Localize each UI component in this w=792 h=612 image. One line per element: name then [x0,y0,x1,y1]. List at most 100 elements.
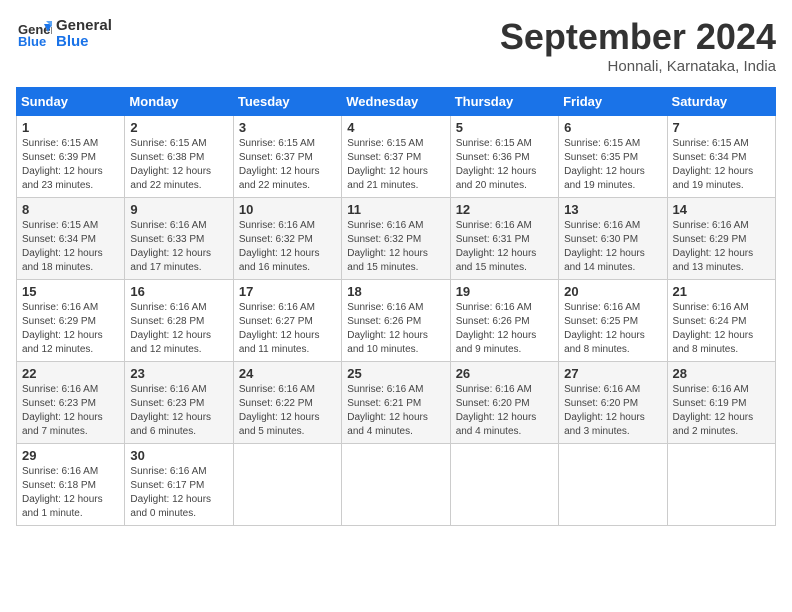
sunrise-label: Sunrise: 6:16 AM [347,302,423,313]
sunrise-label: Sunrise: 6:16 AM [673,384,749,395]
daylight-label: Daylight: 12 hours and 10 minutes. [347,330,428,355]
calendar-week-row: 15 Sunrise: 6:16 AM Sunset: 6:29 PM Dayl… [17,280,776,362]
daylight-label: Daylight: 12 hours and 7 minutes. [22,412,103,437]
daylight-label: Daylight: 12 hours and 19 minutes. [564,166,645,191]
daylight-label: Daylight: 12 hours and 17 minutes. [130,248,211,273]
calendar-day-cell: 18 Sunrise: 6:16 AM Sunset: 6:26 PM Dayl… [342,280,450,362]
daylight-label: Daylight: 12 hours and 1 minute. [22,494,103,519]
sunset-label: Sunset: 6:23 PM [130,398,204,409]
sunset-label: Sunset: 6:22 PM [239,398,313,409]
sunset-label: Sunset: 6:24 PM [673,316,747,327]
sunrise-label: Sunrise: 6:16 AM [347,384,423,395]
sunrise-label: Sunrise: 6:15 AM [456,138,532,149]
calendar-day-cell: 13 Sunrise: 6:16 AM Sunset: 6:30 PM Dayl… [559,198,667,280]
calendar-day-cell: 9 Sunrise: 6:16 AM Sunset: 6:33 PM Dayli… [125,198,233,280]
calendar-day-cell: 1 Sunrise: 6:15 AM Sunset: 6:39 PM Dayli… [17,116,125,198]
sunrise-label: Sunrise: 6:16 AM [673,302,749,313]
calendar-day-cell: 29 Sunrise: 6:16 AM Sunset: 6:18 PM Dayl… [17,444,125,526]
daylight-label: Daylight: 12 hours and 20 minutes. [456,166,537,191]
sunrise-label: Sunrise: 6:16 AM [22,302,98,313]
daylight-label: Daylight: 12 hours and 16 minutes. [239,248,320,273]
day-info: Sunrise: 6:16 AM Sunset: 6:20 PM Dayligh… [564,383,661,439]
day-info: Sunrise: 6:15 AM Sunset: 6:35 PM Dayligh… [564,137,661,193]
daylight-label: Daylight: 12 hours and 22 minutes. [239,166,320,191]
sunset-label: Sunset: 6:26 PM [347,316,421,327]
day-number: 14 [673,202,770,217]
day-number: 17 [239,284,336,299]
weekday-header-row: SundayMondayTuesdayWednesdayThursdayFrid… [17,88,776,116]
sunset-label: Sunset: 6:33 PM [130,234,204,245]
day-number: 8 [22,202,119,217]
day-info: Sunrise: 6:16 AM Sunset: 6:33 PM Dayligh… [130,219,227,275]
daylight-label: Daylight: 12 hours and 11 minutes. [239,330,320,355]
logo-icon: General Blue [16,16,52,52]
month-title: September 2024 [500,16,776,58]
calendar-day-cell: 16 Sunrise: 6:16 AM Sunset: 6:28 PM Dayl… [125,280,233,362]
sunset-label: Sunset: 6:20 PM [564,398,638,409]
day-info: Sunrise: 6:15 AM Sunset: 6:39 PM Dayligh… [22,137,119,193]
daylight-label: Daylight: 12 hours and 14 minutes. [564,248,645,273]
sunrise-label: Sunrise: 6:16 AM [22,466,98,477]
calendar-day-cell [667,444,775,526]
sunrise-label: Sunrise: 6:15 AM [22,220,98,231]
sunset-label: Sunset: 6:17 PM [130,480,204,491]
daylight-label: Daylight: 12 hours and 15 minutes. [456,248,537,273]
day-info: Sunrise: 6:16 AM Sunset: 6:24 PM Dayligh… [673,301,770,357]
weekday-header-cell: Sunday [17,88,125,116]
svg-text:Blue: Blue [18,34,46,49]
daylight-label: Daylight: 12 hours and 21 minutes. [347,166,428,191]
location: Honnali, Karnataka, India [500,58,776,75]
day-number: 5 [456,120,553,135]
day-number: 7 [673,120,770,135]
day-number: 30 [130,448,227,463]
sunrise-label: Sunrise: 6:16 AM [347,220,423,231]
day-number: 10 [239,202,336,217]
daylight-label: Daylight: 12 hours and 13 minutes. [673,248,754,273]
sunrise-label: Sunrise: 6:16 AM [130,384,206,395]
daylight-label: Daylight: 12 hours and 4 minutes. [347,412,428,437]
day-number: 27 [564,366,661,381]
daylight-label: Daylight: 12 hours and 8 minutes. [564,330,645,355]
day-info: Sunrise: 6:15 AM Sunset: 6:37 PM Dayligh… [239,137,336,193]
day-number: 15 [22,284,119,299]
daylight-label: Daylight: 12 hours and 22 minutes. [130,166,211,191]
daylight-label: Daylight: 12 hours and 9 minutes. [456,330,537,355]
sunset-label: Sunset: 6:26 PM [456,316,530,327]
sunrise-label: Sunrise: 6:16 AM [130,220,206,231]
calendar-week-row: 1 Sunrise: 6:15 AM Sunset: 6:39 PM Dayli… [17,116,776,198]
day-number: 11 [347,202,444,217]
daylight-label: Daylight: 12 hours and 4 minutes. [456,412,537,437]
calendar-day-cell: 8 Sunrise: 6:15 AM Sunset: 6:34 PM Dayli… [17,198,125,280]
weekday-header-cell: Monday [125,88,233,116]
calendar-day-cell [559,444,667,526]
title-area: September 2024 Honnali, Karnataka, India [500,16,776,75]
day-info: Sunrise: 6:16 AM Sunset: 6:25 PM Dayligh… [564,301,661,357]
sunset-label: Sunset: 6:35 PM [564,152,638,163]
day-number: 18 [347,284,444,299]
daylight-label: Daylight: 12 hours and 18 minutes. [22,248,103,273]
sunset-label: Sunset: 6:18 PM [22,480,96,491]
day-number: 20 [564,284,661,299]
sunrise-label: Sunrise: 6:16 AM [239,302,315,313]
day-number: 16 [130,284,227,299]
sunset-label: Sunset: 6:37 PM [239,152,313,163]
day-number: 22 [22,366,119,381]
sunset-label: Sunset: 6:30 PM [564,234,638,245]
calendar-day-cell: 11 Sunrise: 6:16 AM Sunset: 6:32 PM Dayl… [342,198,450,280]
sunset-label: Sunset: 6:20 PM [456,398,530,409]
day-info: Sunrise: 6:16 AM Sunset: 6:22 PM Dayligh… [239,383,336,439]
sunrise-label: Sunrise: 6:15 AM [22,138,98,149]
day-info: Sunrise: 6:16 AM Sunset: 6:30 PM Dayligh… [564,219,661,275]
logo: General Blue General Blue [16,16,112,52]
sunrise-label: Sunrise: 6:16 AM [456,384,532,395]
sunrise-label: Sunrise: 6:16 AM [239,220,315,231]
day-number: 23 [130,366,227,381]
daylight-label: Daylight: 12 hours and 19 minutes. [673,166,754,191]
calendar-day-cell: 7 Sunrise: 6:15 AM Sunset: 6:34 PM Dayli… [667,116,775,198]
day-number: 9 [130,202,227,217]
day-number: 19 [456,284,553,299]
logo-blue: Blue [56,34,112,51]
day-info: Sunrise: 6:16 AM Sunset: 6:31 PM Dayligh… [456,219,553,275]
weekday-header-cell: Saturday [667,88,775,116]
weekday-header-cell: Thursday [450,88,558,116]
